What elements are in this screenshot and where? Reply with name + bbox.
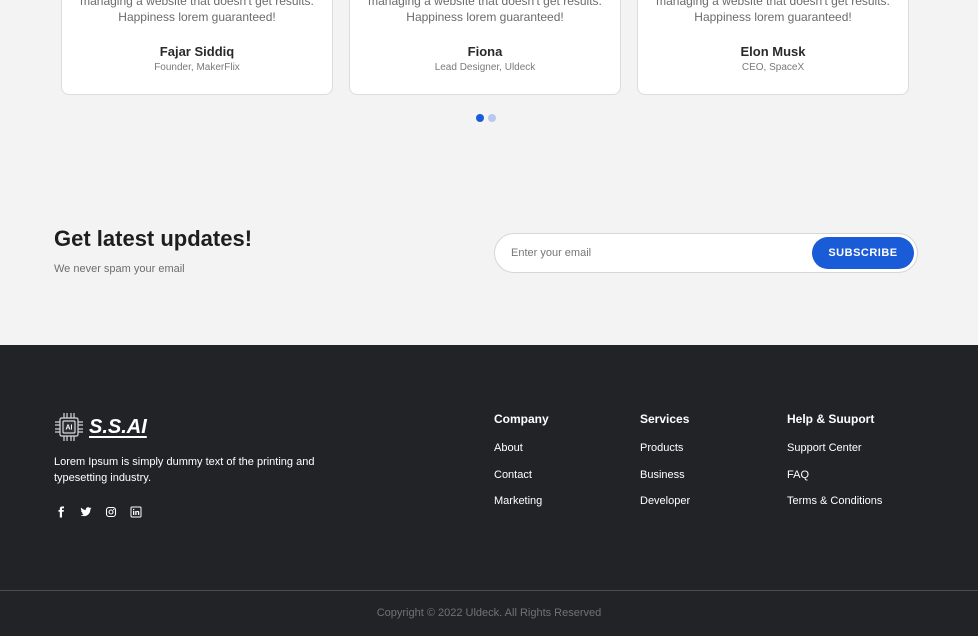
testimonial-role: Lead Designer, Uldeck: [434, 62, 536, 73]
ai-chip-icon: AI: [55, 413, 83, 441]
testimonial-role: Founder, MakerFlix: [154, 62, 240, 73]
testimonial-card: managing a website that doesn't get resu…: [61, 0, 333, 95]
testimonial-name: Fajar Siddiq: [159, 44, 235, 59]
footer-link-marketing[interactable]: Marketing: [494, 494, 549, 521]
logo-text: S.S.AI: [89, 415, 147, 438]
footer-link-products[interactable]: Products: [640, 441, 690, 468]
footer-column-help: Help & Suuport Support Center FAQ Terms …: [787, 412, 882, 521]
testimonial-name: Fiona: [467, 44, 503, 59]
instagram-icon[interactable]: [104, 505, 117, 518]
testimonial-quote-line: managing a website that doesn't get resu…: [368, 0, 602, 8]
testimonial-card: managing a website that doesn't get resu…: [637, 0, 909, 95]
footer-link-contact[interactable]: Contact: [494, 468, 549, 495]
logo-chip-text: AI: [66, 425, 73, 432]
testimonial-quote: managing a website that doesn't get resu…: [638, 0, 908, 25]
footer-link-support-center[interactable]: Support Center: [787, 441, 882, 468]
newsletter-subtitle: We never spam your email: [54, 263, 185, 275]
testimonials-section: managing a website that doesn't get resu…: [0, 0, 978, 140]
social-links: [54, 505, 142, 518]
testimonial-quote-line: Happiness lorem guaranteed!: [694, 10, 852, 24]
testimonial-quote-line: managing a website that doesn't get resu…: [656, 0, 890, 8]
footer-link-business[interactable]: Business: [640, 468, 690, 495]
testimonial-name: Elon Musk: [740, 44, 806, 59]
footer-logo[interactable]: AI S.S.AI: [53, 411, 147, 443]
footer-column-title: Help & Suuport: [787, 412, 875, 426]
testimonial-quote-line: Happiness lorem guaranteed!: [118, 10, 276, 24]
subscribe-button[interactable]: SUBSCRIBE: [812, 237, 914, 269]
footer-column-company: Company About Contact Marketing: [494, 412, 549, 521]
site-footer: AI S.S.AI Lorem Ipsum is simply dummy te…: [0, 345, 978, 636]
testimonial-quote: managing a website that doesn't get resu…: [350, 0, 620, 25]
carousel-dot-2[interactable]: [488, 114, 496, 122]
footer-divider: [0, 590, 978, 591]
footer-column-title: Company: [494, 412, 549, 426]
testimonial-quote-line: managing a website that doesn't get resu…: [80, 0, 314, 8]
subscribe-form: SUBSCRIBE: [494, 233, 918, 273]
newsletter-title: Get latest updates!: [54, 226, 253, 251]
linkedin-icon[interactable]: [129, 505, 142, 518]
footer-link-developer[interactable]: Developer: [640, 494, 690, 521]
carousel-dots: [476, 114, 496, 122]
email-input[interactable]: [511, 234, 801, 272]
twitter-icon[interactable]: [79, 505, 92, 518]
footer-link-faq[interactable]: FAQ: [787, 468, 882, 495]
footer-link-about[interactable]: About: [494, 441, 549, 468]
testimonial-card: managing a website that doesn't get resu…: [349, 0, 621, 95]
testimonial-quote-line: Happiness lorem guaranteed!: [406, 10, 564, 24]
footer-column-title: Services: [640, 412, 690, 426]
facebook-icon[interactable]: [54, 505, 67, 518]
footer-description: Lorem Ipsum is simply dummy text of the …: [54, 456, 315, 484]
footer-column-services: Services Products Business Developer: [640, 412, 690, 521]
testimonial-quote: managing a website that doesn't get resu…: [62, 0, 332, 25]
carousel-dot-1[interactable]: [476, 114, 484, 122]
testimonial-role: CEO, SpaceX: [741, 62, 805, 73]
footer-link-terms[interactable]: Terms & Conditions: [787, 494, 882, 521]
copyright-text: Copyright © 2022 Uldeck. All Rights Rese…: [376, 607, 602, 619]
